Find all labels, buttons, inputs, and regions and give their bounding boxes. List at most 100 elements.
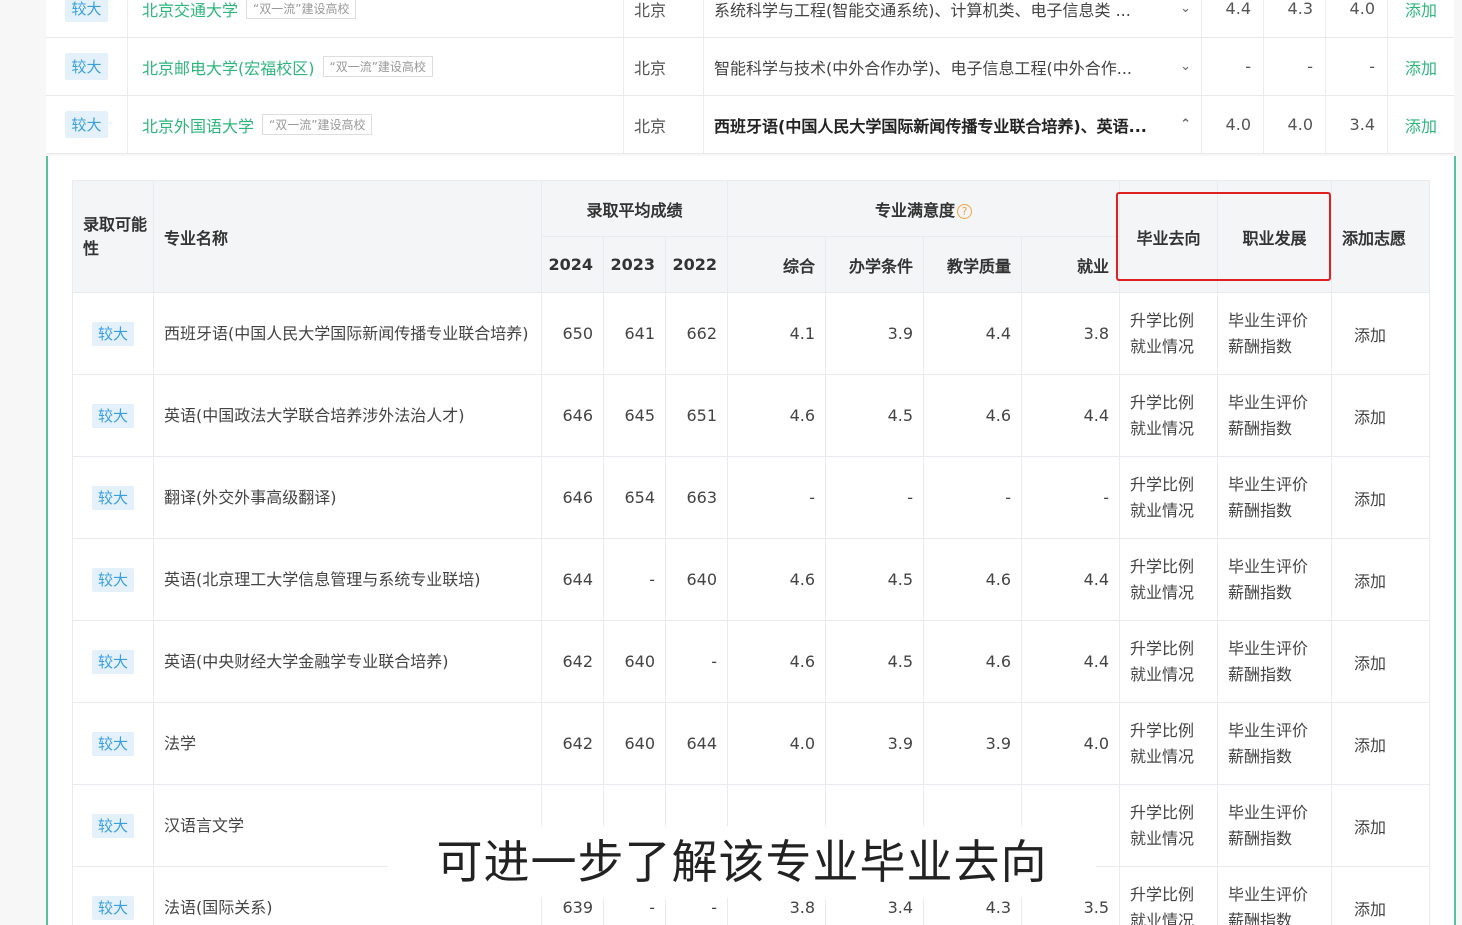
graduate-eval-link[interactable]: 毕业生评价 — [1228, 800, 1331, 826]
major-row: 较大 英语(中国政法大学联合培养涉外法治人才) 646 645 651 4.6 … — [72, 374, 1431, 457]
major-name-link[interactable]: 翻译(外交外事高级翻译) — [153, 456, 542, 539]
sat-conditions: 4.5 — [825, 538, 925, 621]
graduate-eval-link[interactable]: 毕业生评价 — [1228, 554, 1331, 580]
school-majors-text: 智能科学与技术(中外合作办学)、电子信息工程(中外合作... — [714, 58, 1132, 78]
major-name-link[interactable]: 西班牙语(中国人民大学国际新闻传播专业联合培养) — [153, 292, 542, 375]
school-score-1: 4.0 — [1202, 96, 1264, 153]
header-career: 职业发展 — [1217, 180, 1333, 293]
sat-overall: - — [727, 456, 827, 539]
add-wish-button[interactable]: 添加 — [1331, 374, 1431, 457]
salary-index-link[interactable]: 薪酬指数 — [1228, 334, 1331, 360]
school-row: 较大 北京外国语大学 “双一流”建设高校 北京 西班牙语(中国人民大学国际新闻传播… — [46, 96, 1454, 154]
salary-index-link[interactable]: 薪酬指数 — [1228, 826, 1331, 852]
sat-conditions: 4.5 — [825, 374, 925, 457]
employment-link[interactable]: 就业情况 — [1130, 662, 1217, 688]
graduate-eval-link[interactable]: 毕业生评价 — [1228, 390, 1331, 416]
add-wish-button[interactable]: 添加 — [1331, 538, 1431, 621]
school-row: 较大 北京交通大学 “双一流”建设高校 北京 系统科学与工程(智能交通系统)、计算… — [46, 0, 1454, 38]
salary-index-link[interactable]: 薪酬指数 — [1228, 498, 1331, 524]
sat-employment: 4.4 — [1021, 538, 1121, 621]
help-icon[interactable]: ? — [957, 203, 973, 219]
major-name-link[interactable]: 英语(中央财经大学金融学专业联合培养) — [153, 620, 542, 703]
salary-index-link[interactable]: 薪酬指数 — [1228, 580, 1331, 606]
further-study-ratio-link[interactable]: 升学比例 — [1130, 636, 1217, 662]
further-study-ratio-link[interactable]: 升学比例 — [1130, 882, 1217, 908]
further-study-ratio-link[interactable]: 升学比例 — [1130, 390, 1217, 416]
salary-index-link[interactable]: 薪酬指数 — [1228, 908, 1331, 925]
sat-employment: 4.4 — [1021, 374, 1121, 457]
school-city: 北京 — [624, 96, 704, 153]
graduate-eval-link[interactable]: 毕业生评价 — [1228, 882, 1331, 908]
school-cell: 北京交通大学 “双一流”建设高校 — [128, 0, 624, 37]
school-name-link[interactable]: 北京外国语大学 — [142, 113, 254, 137]
add-wish-button[interactable]: 添加 — [1331, 456, 1431, 539]
sat-overall: 4.6 — [727, 620, 827, 703]
sat-teaching: 4.6 — [923, 538, 1023, 621]
sat-employment: 4.4 — [1021, 620, 1121, 703]
career-links: 毕业生评价 薪酬指数 — [1217, 620, 1333, 703]
school-name-link[interactable]: 北京交通大学 — [142, 0, 238, 21]
salary-index-link[interactable]: 薪酬指数 — [1228, 416, 1331, 442]
expand-chevron-icon[interactable]: ⌄ — [1180, 1, 1191, 16]
expand-chevron-icon[interactable]: ⌄ — [1180, 59, 1191, 74]
header-satisfaction: 专业满意度? — [727, 180, 1121, 237]
school-tag: “双一流”建设高校 — [246, 0, 357, 19]
employment-link[interactable]: 就业情况 — [1130, 826, 1217, 852]
employment-link[interactable]: 就业情况 — [1130, 580, 1217, 606]
header-add: 添加志愿 — [1331, 180, 1431, 293]
employment-link[interactable]: 就业情况 — [1130, 908, 1217, 925]
header-overall: 综合 — [727, 236, 827, 293]
school-add-button[interactable]: 添加 — [1388, 38, 1454, 95]
add-wish-button[interactable]: 添加 — [1331, 702, 1431, 785]
major-row: 较大 西班牙语(中国人民大学国际新闻传播专业联合培养) 650 641 662 … — [72, 292, 1431, 375]
school-majors[interactable]: 西班牙语(中国人民大学国际新闻传播专业联合培养)、英语... ⌃ — [704, 96, 1202, 153]
add-wish-button[interactable]: 添加 — [1331, 866, 1431, 925]
probability-badge: 较大 — [65, 0, 108, 22]
major-prob-cell: 较大 — [72, 620, 154, 703]
sat-employment: 4.0 — [1021, 702, 1121, 785]
salary-index-link[interactable]: 薪酬指数 — [1228, 744, 1331, 770]
school-score-2: - — [1264, 38, 1326, 95]
further-study-ratio-link[interactable]: 升学比例 — [1130, 718, 1217, 744]
major-name-link[interactable]: 英语(中国政法大学联合培养涉外法治人才) — [153, 374, 542, 457]
add-wish-button[interactable]: 添加 — [1331, 620, 1431, 703]
school-majors[interactable]: 智能科学与技术(中外合作办学)、电子信息工程(中外合作... ⌄ — [704, 38, 1202, 95]
further-study-ratio-link[interactable]: 升学比例 — [1130, 472, 1217, 498]
graduation-links: 升学比例 就业情况 — [1119, 620, 1219, 703]
header-year-2023: 2023 — [603, 236, 666, 293]
score-2023: - — [603, 538, 666, 621]
school-score-3: 4.0 — [1326, 0, 1388, 37]
header-conditions: 办学条件 — [825, 236, 925, 293]
major-prob-cell: 较大 — [72, 456, 154, 539]
header-year-2022: 2022 — [664, 236, 729, 293]
probability-badge: 较大 — [91, 896, 134, 920]
score-2022: 640 — [664, 538, 729, 621]
add-wish-button[interactable]: 添加 — [1331, 292, 1431, 375]
employment-link[interactable]: 就业情况 — [1130, 334, 1217, 360]
header-employment: 就业 — [1021, 236, 1121, 293]
school-add-button[interactable]: 添加 — [1388, 0, 1454, 37]
probability-badge: 较大 — [91, 486, 134, 510]
graduate-eval-link[interactable]: 毕业生评价 — [1228, 636, 1331, 662]
graduate-eval-link[interactable]: 毕业生评价 — [1228, 718, 1331, 744]
school-add-button[interactable]: 添加 — [1388, 96, 1454, 153]
probability-badge: 较大 — [91, 650, 134, 674]
add-wish-button[interactable]: 添加 — [1331, 784, 1431, 867]
major-name-link[interactable]: 法学 — [153, 702, 542, 785]
salary-index-link[interactable]: 薪酬指数 — [1228, 662, 1331, 688]
expand-chevron-icon[interactable]: ⌃ — [1180, 117, 1191, 132]
career-links: 毕业生评价 薪酬指数 — [1217, 374, 1333, 457]
employment-link[interactable]: 就业情况 — [1130, 744, 1217, 770]
score-2023: 654 — [603, 456, 666, 539]
major-name-link[interactable]: 英语(北京理工大学信息管理与系统专业联培) — [153, 538, 542, 621]
employment-link[interactable]: 就业情况 — [1130, 498, 1217, 524]
probability-badge: 较大 — [91, 568, 134, 592]
further-study-ratio-link[interactable]: 升学比例 — [1130, 308, 1217, 334]
graduate-eval-link[interactable]: 毕业生评价 — [1228, 308, 1331, 334]
further-study-ratio-link[interactable]: 升学比例 — [1130, 554, 1217, 580]
employment-link[interactable]: 就业情况 — [1130, 416, 1217, 442]
school-name-link[interactable]: 北京邮电大学(宏福校区) — [142, 55, 315, 79]
school-majors[interactable]: 系统科学与工程(智能交通系统)、计算机类、电子信息类 ... ⌄ — [704, 0, 1202, 37]
further-study-ratio-link[interactable]: 升学比例 — [1130, 800, 1217, 826]
graduate-eval-link[interactable]: 毕业生评价 — [1228, 472, 1331, 498]
